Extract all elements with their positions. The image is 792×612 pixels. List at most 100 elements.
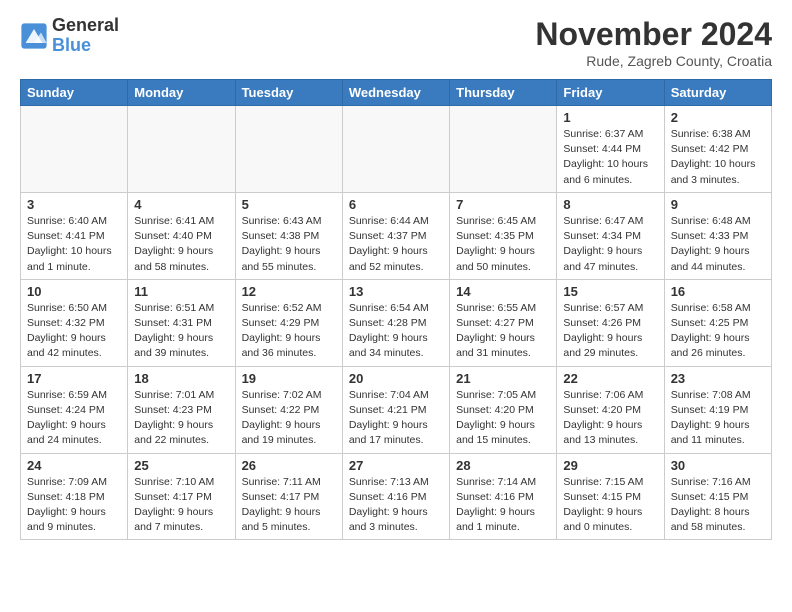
page: General Blue November 2024 Rude, Zagreb … — [0, 0, 792, 560]
location: Rude, Zagreb County, Croatia — [535, 53, 772, 69]
day-info: Sunrise: 6:59 AMSunset: 4:24 PMDaylight:… — [27, 388, 121, 449]
day-info: Sunrise: 6:51 AMSunset: 4:31 PMDaylight:… — [134, 301, 228, 362]
day-info: Sunrise: 6:38 AMSunset: 4:42 PMDaylight:… — [671, 127, 765, 188]
day-cell: 27 Sunrise: 7:13 AMSunset: 4:16 PMDayligh… — [342, 453, 449, 540]
day-cell: 14Sunrise: 6:55 AMSunset: 4:27 PMDayligh… — [450, 279, 557, 366]
day-number: 26 — [242, 458, 336, 473]
day-number: 13 — [349, 284, 443, 299]
day-info: Sunrise: 6:41 AMSunset: 4:40 PMDaylight:… — [134, 214, 228, 275]
day-cell — [235, 106, 342, 193]
day-number: 1 — [563, 110, 657, 125]
day-number: 23 — [671, 371, 765, 386]
week-row-2: 10Sunrise: 6:50 AMSunset: 4:32 PMDayligh… — [21, 279, 772, 366]
day-info: Sunrise: 6:55 AMSunset: 4:27 PMDaylight:… — [456, 301, 550, 362]
day-cell: 18 Sunrise: 7:01 AMSunset: 4:23 PMDayligh… — [128, 366, 235, 453]
day-cell — [21, 106, 128, 193]
day-info: Sunrise: 7:09 AMSunset: 4:18 PMDaylight:… — [27, 475, 121, 536]
col-monday: Monday — [128, 80, 235, 106]
week-row-0: 1 Sunrise: 6:37 AMSunset: 4:44 PMDaylight… — [21, 106, 772, 193]
day-cell: 20 Sunrise: 7:04 AMSunset: 4:21 PMDayligh… — [342, 366, 449, 453]
day-info: Sunrise: 7:11 AMSunset: 4:17 PMDaylight:… — [242, 475, 336, 536]
day-number: 2 — [671, 110, 765, 125]
logo-blue-text: Blue — [52, 36, 119, 56]
day-cell: 15 Sunrise: 6:57 AMSunset: 4:26 PMDayligh… — [557, 279, 664, 366]
day-cell: 11 Sunrise: 6:51 AMSunset: 4:31 PMDayligh… — [128, 279, 235, 366]
day-info: Sunrise: 7:14 AMSunset: 4:16 PMDaylight:… — [456, 475, 550, 536]
day-number: 4 — [134, 197, 228, 212]
logo-icon — [20, 22, 48, 50]
header-row: Sunday Monday Tuesday Wednesday Thursday… — [21, 80, 772, 106]
day-cell: 3 Sunrise: 6:40 AMSunset: 4:41 PMDaylight… — [21, 192, 128, 279]
day-number: 28 — [456, 458, 550, 473]
day-cell: 2 Sunrise: 6:38 AMSunset: 4:42 PMDaylight… — [664, 106, 771, 193]
day-cell: 10Sunrise: 6:50 AMSunset: 4:32 PMDayligh… — [21, 279, 128, 366]
day-cell: 23 Sunrise: 7:08 AMSunset: 4:19 PMDayligh… — [664, 366, 771, 453]
day-cell: 25Sunrise: 7:10 AMSunset: 4:17 PMDayligh… — [128, 453, 235, 540]
day-cell: 5 Sunrise: 6:43 AMSunset: 4:38 PMDaylight… — [235, 192, 342, 279]
day-number: 16 — [671, 284, 765, 299]
month-title: November 2024 — [535, 16, 772, 53]
header: General Blue November 2024 Rude, Zagreb … — [20, 16, 772, 69]
day-number: 30 — [671, 458, 765, 473]
title-block: November 2024 Rude, Zagreb County, Croat… — [535, 16, 772, 69]
day-cell: 4 Sunrise: 6:41 AMSunset: 4:40 PMDaylight… — [128, 192, 235, 279]
day-info: Sunrise: 6:44 AMSunset: 4:37 PMDaylight:… — [349, 214, 443, 275]
day-number: 29 — [563, 458, 657, 473]
week-row-1: 3 Sunrise: 6:40 AMSunset: 4:41 PMDaylight… — [21, 192, 772, 279]
day-cell: 12 Sunrise: 6:52 AMSunset: 4:29 PMDayligh… — [235, 279, 342, 366]
day-info: Sunrise: 6:45 AMSunset: 4:35 PMDaylight:… — [456, 214, 550, 275]
day-cell: 7Sunrise: 6:45 AMSunset: 4:35 PMDaylight… — [450, 192, 557, 279]
day-number: 24 — [27, 458, 121, 473]
day-cell: 24 Sunrise: 7:09 AMSunset: 4:18 PMDayligh… — [21, 453, 128, 540]
logo-general-text: General — [52, 16, 119, 36]
week-row-4: 24 Sunrise: 7:09 AMSunset: 4:18 PMDayligh… — [21, 453, 772, 540]
day-cell — [128, 106, 235, 193]
day-number: 21 — [456, 371, 550, 386]
day-number: 6 — [349, 197, 443, 212]
day-cell: 21 Sunrise: 7:05 AMSunset: 4:20 PMDayligh… — [450, 366, 557, 453]
day-info: Sunrise: 7:13 AMSunset: 4:16 PMDaylight:… — [349, 475, 443, 536]
day-number: 18 — [134, 371, 228, 386]
day-info: Sunrise: 6:37 AMSunset: 4:44 PMDaylight:… — [563, 127, 657, 188]
day-info: Sunrise: 7:02 AMSunset: 4:22 PMDaylight:… — [242, 388, 336, 449]
day-cell — [342, 106, 449, 193]
day-number: 20 — [349, 371, 443, 386]
day-number: 3 — [27, 197, 121, 212]
day-info: Sunrise: 7:04 AMSunset: 4:21 PMDaylight:… — [349, 388, 443, 449]
col-friday: Friday — [557, 80, 664, 106]
day-cell: 8Sunrise: 6:47 AMSunset: 4:34 PMDaylight… — [557, 192, 664, 279]
day-info: Sunrise: 7:08 AMSunset: 4:19 PMDaylight:… — [671, 388, 765, 449]
day-info: Sunrise: 7:05 AMSunset: 4:20 PMDaylight:… — [456, 388, 550, 449]
logo-text: General Blue — [52, 16, 119, 56]
day-info: Sunrise: 6:52 AMSunset: 4:29 PMDaylight:… — [242, 301, 336, 362]
day-info: Sunrise: 6:48 AMSunset: 4:33 PMDaylight:… — [671, 214, 765, 275]
day-number: 27 — [349, 458, 443, 473]
calendar-table: Sunday Monday Tuesday Wednesday Thursday… — [20, 79, 772, 540]
day-cell: 13Sunrise: 6:54 AMSunset: 4:28 PMDayligh… — [342, 279, 449, 366]
day-cell: 26 Sunrise: 7:11 AMSunset: 4:17 PMDayligh… — [235, 453, 342, 540]
day-info: Sunrise: 7:01 AMSunset: 4:23 PMDaylight:… — [134, 388, 228, 449]
day-info: Sunrise: 6:40 AMSunset: 4:41 PMDaylight:… — [27, 214, 121, 275]
day-number: 17 — [27, 371, 121, 386]
day-number: 11 — [134, 284, 228, 299]
day-number: 15 — [563, 284, 657, 299]
day-number: 5 — [242, 197, 336, 212]
day-cell: 29Sunrise: 7:15 AMSunset: 4:15 PMDayligh… — [557, 453, 664, 540]
day-info: Sunrise: 6:57 AMSunset: 4:26 PMDaylight:… — [563, 301, 657, 362]
day-number: 25 — [134, 458, 228, 473]
day-cell: 19Sunrise: 7:02 AMSunset: 4:22 PMDayligh… — [235, 366, 342, 453]
day-cell: 16 Sunrise: 6:58 AMSunset: 4:25 PMDayligh… — [664, 279, 771, 366]
day-info: Sunrise: 6:50 AMSunset: 4:32 PMDaylight:… — [27, 301, 121, 362]
day-cell: 22 Sunrise: 7:06 AMSunset: 4:20 PMDayligh… — [557, 366, 664, 453]
col-tuesday: Tuesday — [235, 80, 342, 106]
day-cell: 17 Sunrise: 6:59 AMSunset: 4:24 PMDayligh… — [21, 366, 128, 453]
day-cell: 9Sunrise: 6:48 AMSunset: 4:33 PMDaylight… — [664, 192, 771, 279]
day-cell: 6 Sunrise: 6:44 AMSunset: 4:37 PMDaylight… — [342, 192, 449, 279]
day-info: Sunrise: 6:58 AMSunset: 4:25 PMDaylight:… — [671, 301, 765, 362]
logo: General Blue — [20, 16, 119, 56]
day-info: Sunrise: 7:06 AMSunset: 4:20 PMDaylight:… — [563, 388, 657, 449]
day-info: Sunrise: 6:43 AMSunset: 4:38 PMDaylight:… — [242, 214, 336, 275]
day-number: 22 — [563, 371, 657, 386]
day-number: 12 — [242, 284, 336, 299]
col-saturday: Saturday — [664, 80, 771, 106]
